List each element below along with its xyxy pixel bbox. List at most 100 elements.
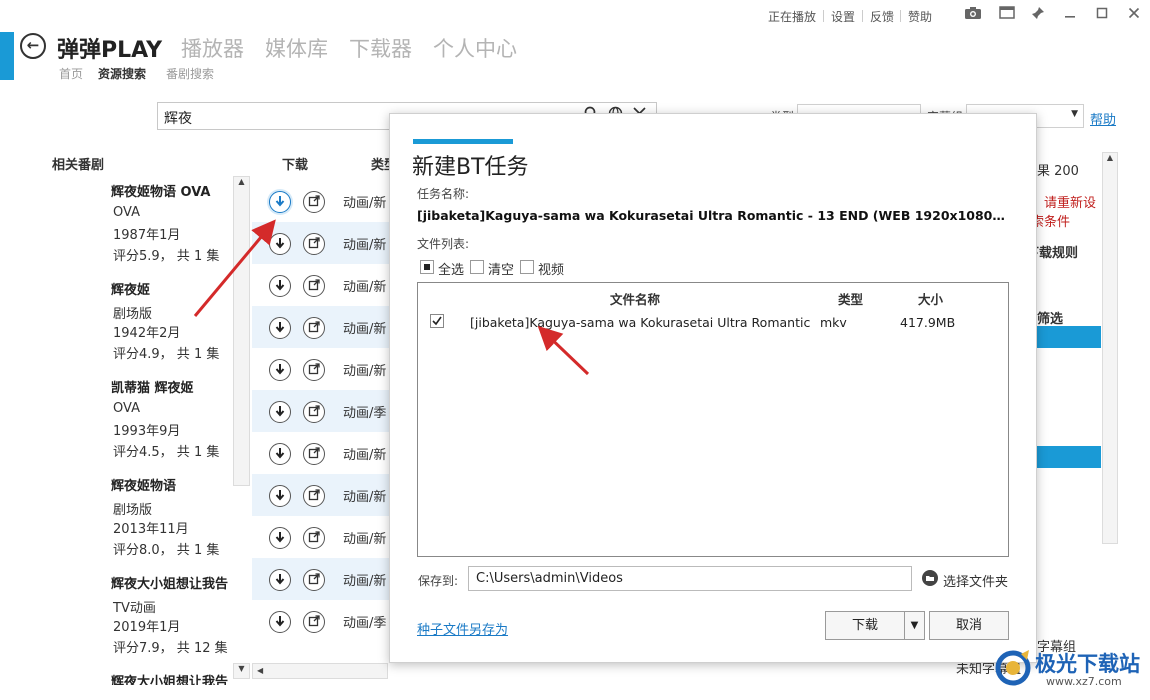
file-size: 417.9MB [900,315,956,330]
tab-downloader[interactable]: 下载器 [349,33,412,63]
column-header-name[interactable]: 文件名称 [610,289,660,308]
anime-title[interactable]: 辉夜姬物语 OVA [111,181,229,200]
result-count: 果 200 [1037,164,1079,179]
save-torrent-link[interactable]: 种子文件另存为 [417,619,508,638]
download-button[interactable]: 下载 [825,611,905,640]
external-link-icon[interactable] [303,275,325,297]
result-type: 动画/新 [343,532,387,547]
type-column-header: 类型 [371,158,389,173]
search-input-value: 辉夜 [164,111,192,127]
scroll-left-icon[interactable]: ◀ [257,666,263,675]
anime-rating: 评分8.0， 共 1 集 [113,543,220,558]
tab-player[interactable]: 播放器 [181,33,244,63]
result-type: 动画/新 [343,238,387,253]
chevron-down-icon: ▼ [1071,109,1078,119]
anime-date: 1942年2月 [113,326,181,341]
maximize-icon[interactable] [1092,6,1112,24]
external-link-icon[interactable] [303,443,325,465]
clear-label[interactable]: 清空 [488,259,514,278]
anime-title[interactable]: 辉夜姬 [111,279,229,298]
camera-icon[interactable] [963,6,983,24]
download-icon[interactable] [269,401,291,423]
choose-folder-button[interactable]: 选择文件夹 [943,571,1008,590]
results-hscrollbar[interactable]: ◀ [252,663,388,679]
anime-kind: OVA [113,205,140,220]
result-type: 动画/新 [343,196,387,211]
subtab-home[interactable]: 首页 [59,65,83,82]
back-icon[interactable]: ← [20,33,46,59]
sponsor-link[interactable]: 赞助 [908,8,932,25]
external-link-icon[interactable] [303,569,325,591]
result-type: 动画/季 [343,406,387,421]
right-scrollbar[interactable]: ▲ [1102,152,1118,544]
external-link-icon[interactable] [303,191,325,213]
window-icon[interactable] [997,6,1017,24]
file-list-label: 文件列表: [417,237,470,251]
result-type: 动画/新 [343,574,387,589]
pin-icon[interactable] [1028,6,1048,24]
cancel-button[interactable]: 取消 [929,611,1009,640]
anime-date: 1993年9月 [113,424,181,439]
download-icon[interactable] [269,611,291,633]
help-link[interactable]: 帮助 [1090,109,1116,128]
select-all-checkbox[interactable] [420,260,434,274]
selected-filter-row[interactable] [1037,326,1101,348]
result-type: 动画/新 [343,322,387,337]
download-icon[interactable] [269,275,291,297]
subtab-resource-search[interactable]: 资源搜索 [98,65,146,82]
feedback-link[interactable]: 反馈 [870,8,894,25]
video-label[interactable]: 视频 [538,259,564,278]
select-all-label[interactable]: 全选 [438,259,464,278]
settings-link[interactable]: 设置 [831,8,855,25]
external-link-icon[interactable] [303,359,325,381]
download-icon[interactable] [269,191,291,213]
file-type: mkv [820,315,847,330]
external-link-icon[interactable] [303,233,325,255]
column-header-type[interactable]: 类型 [838,289,863,308]
column-header-size[interactable]: 大小 [918,289,943,308]
scroll-up-icon[interactable]: ▲ [234,177,249,186]
external-link-icon[interactable] [303,317,325,339]
dialog-title: 新建BT任务 [412,155,529,180]
download-options-dropdown[interactable]: ▼ [904,611,925,640]
scroll-down-icon[interactable]: ▼ [233,663,250,679]
download-icon[interactable] [269,485,291,507]
filter-label: 筛选 [1037,312,1064,327]
download-icon[interactable] [269,317,291,339]
video-checkbox[interactable] [520,260,534,274]
download-icon[interactable] [269,359,291,381]
external-link-icon[interactable] [303,485,325,507]
divider [823,10,824,22]
download-icon[interactable] [269,233,291,255]
anime-date: 1987年1月 [113,228,181,243]
folder-icon[interactable] [922,570,938,586]
selected-filter-row[interactable] [1037,446,1101,468]
anime-title[interactable]: 辉夜大小姐想让我告白 [111,573,229,592]
tab-user-center[interactable]: 个人中心 [433,33,517,63]
clear-checkbox[interactable] [470,260,484,274]
tab-media-library[interactable]: 媒体库 [265,33,328,63]
external-link-icon[interactable] [303,527,325,549]
anime-title[interactable]: 辉夜大小姐想让我告白 [111,671,229,685]
now-playing-link[interactable]: 正在播放 [768,8,816,25]
anime-title[interactable]: 辉夜姬物语 [111,475,229,494]
external-link-icon[interactable] [303,611,325,633]
related-scrollbar[interactable]: ▲ [233,176,250,486]
minimize-icon[interactable] [1060,6,1080,24]
result-type: 动画/新 [343,280,387,295]
subtab-anime-search[interactable]: 番剧搜索 [166,65,214,82]
download-icon[interactable] [269,443,291,465]
anime-rating: 评分4.9， 共 1 集 [113,347,220,362]
divider [900,10,901,22]
file-checkbox[interactable] [430,314,444,328]
save-to-label: 保存到: [418,574,459,588]
anime-title[interactable]: 凯蒂猫 辉夜姬 [111,377,229,396]
close-icon[interactable] [1124,6,1144,24]
download-icon[interactable] [269,527,291,549]
scroll-up-icon[interactable]: ▲ [1103,153,1117,162]
download-icon[interactable] [269,569,291,591]
external-link-icon[interactable] [303,401,325,423]
result-type: 动画/季 [343,616,387,631]
task-name-value: [jibaketa]Kaguya-sama wa Kokurasetai Ult… [417,208,1007,223]
download-column-header: 下载 [282,158,309,173]
